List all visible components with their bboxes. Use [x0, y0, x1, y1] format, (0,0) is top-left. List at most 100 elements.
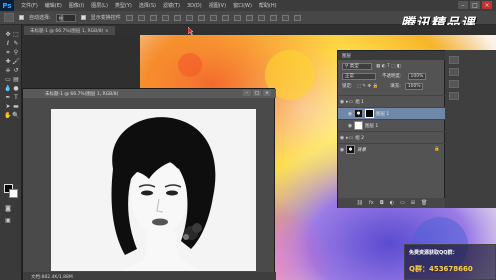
crop-tool-icon[interactable]: ⌗ — [4, 49, 12, 56]
menu-filter[interactable]: 滤镜(T) — [163, 2, 180, 9]
visibility-eye-icon[interactable]: ◉ — [338, 147, 346, 153]
visibility-eye-icon[interactable]: ◉ — [338, 135, 346, 141]
move-tool-preset-icon[interactable] — [4, 13, 14, 22]
new-group-icon[interactable]: ▭ — [400, 200, 405, 206]
distribute-right-icon[interactable] — [257, 14, 265, 21]
quick-mask-icon[interactable]: ◙ — [4, 205, 12, 212]
promo-qq-number: Q群：453678660 — [409, 265, 473, 273]
layer-row-group-2[interactable]: ◉ ▸▭ 组 2 — [338, 131, 446, 143]
layer-row-masked[interactable]: ◉ 图层 1 — [338, 107, 446, 119]
dock-properties-icon[interactable] — [449, 68, 459, 76]
quick-select-tool-icon[interactable]: ✎ — [12, 40, 20, 47]
lock-icons[interactable]: ⬚ ✎ ✥ 🔒 — [357, 84, 379, 89]
dock-paragraph-icon[interactable] — [449, 92, 459, 100]
3d-rotate-icon[interactable] — [281, 14, 289, 21]
layer-filter-kind-select[interactable]: ⚲ 类型 — [342, 62, 372, 70]
shape-tool-icon[interactable]: ▬ — [12, 103, 20, 110]
zoom-tool-icon[interactable]: 🔍 — [12, 112, 20, 119]
close-button[interactable]: × — [482, 1, 492, 9]
brush-tool-icon[interactable]: 🖌 — [12, 58, 20, 65]
3d-mode-icon[interactable] — [269, 14, 277, 21]
align-left-icon[interactable] — [161, 14, 169, 21]
doc-minimize-button[interactable]: – — [243, 90, 251, 96]
visibility-eye-icon[interactable]: ◉ — [338, 99, 346, 105]
doc-maximize-button[interactable]: □ — [253, 90, 261, 96]
align-middle-icon[interactable] — [137, 14, 145, 21]
layer-row-white[interactable]: ◉ 图层 1 — [338, 119, 446, 131]
distribute-center-icon[interactable] — [245, 14, 253, 21]
maximize-button[interactable]: □ — [470, 1, 480, 9]
lock-row: 锁定: ⬚ ✎ ✥ 🔒 填充: 100% — [338, 82, 446, 90]
distribute-middle-icon[interactable] — [209, 14, 217, 21]
lasso-tool-icon[interactable]: ℓ — [4, 40, 12, 47]
add-mask-icon[interactable]: ◘ — [380, 200, 384, 206]
eraser-tool-icon[interactable]: ▭ — [4, 76, 12, 83]
visibility-eye-icon[interactable]: ◉ — [346, 111, 354, 117]
layer-name: 图层 1 — [365, 123, 379, 129]
menu-layer[interactable]: 图层(L) — [91, 2, 108, 9]
visibility-eye-icon[interactable]: ◉ — [346, 123, 354, 129]
align-right-icon[interactable] — [185, 14, 193, 21]
blend-mode-select[interactable]: 正常 — [342, 72, 376, 80]
doc-close-button[interactable]: × — [263, 90, 271, 96]
dock-character-icon[interactable] — [449, 80, 459, 88]
3d-pan-icon[interactable] — [293, 14, 301, 21]
healing-brush-tool-icon[interactable]: ✚ — [4, 58, 12, 65]
menu-type[interactable]: 类型(Y) — [115, 2, 132, 9]
distribute-left-icon[interactable] — [233, 14, 241, 21]
opacity-input[interactable]: 100% — [407, 72, 426, 80]
menu-window[interactable]: 窗口(W) — [233, 2, 252, 9]
blur-tool-icon[interactable]: 💧 — [4, 85, 12, 92]
layers-panel-header[interactable]: 图层 — [338, 51, 446, 60]
blend-row: 正常 不透明度: 100% — [338, 72, 446, 80]
auto-select-checkbox[interactable] — [19, 15, 24, 20]
layer-mask-thumbnail[interactable] — [365, 109, 374, 118]
menu-view[interactable]: 视图(V) — [209, 2, 226, 9]
clone-stamp-tool-icon[interactable]: ⎈ — [4, 67, 12, 74]
move-tool-icon[interactable]: ✥ — [4, 31, 12, 38]
auto-select-dropdown[interactable]: 组 — [55, 13, 76, 22]
align-bottom-icon[interactable] — [149, 14, 157, 21]
menu-file[interactable]: 文件(F) — [21, 2, 38, 9]
layer-name: 组 2 — [355, 135, 365, 141]
fill-input[interactable]: 100% — [404, 82, 423, 90]
layer-style-icon[interactable]: fx — [369, 200, 374, 206]
link-layers-icon[interactable]: ⛓ — [357, 200, 363, 206]
history-brush-tool-icon[interactable]: ↺ — [12, 67, 20, 74]
distribute-bottom-icon[interactable] — [221, 14, 229, 21]
document-window-title[interactable]: 未标题-1 @ 66.7%(图层 1, RGB/8) — [23, 89, 276, 98]
screen-mode-icon[interactable]: ▣ — [4, 217, 12, 224]
layer-row-group-1[interactable]: ◉ ▸▭ 组 1 — [338, 95, 446, 107]
menu-3d[interactable]: 3D(D) — [187, 3, 202, 9]
layer-row-background[interactable]: ◉ 背景 🔒 — [338, 143, 446, 155]
layer-name: 组 1 — [355, 99, 365, 105]
dock-history-icon[interactable] — [449, 56, 459, 64]
document-window[interactable]: 未标题-1 @ 66.7%(图层 1, RGB/8) – □ × 文档:882.… — [22, 88, 276, 280]
show-transform-checkbox[interactable] — [80, 15, 86, 20]
document-status-bar: 文档:882.4K/1.88M — [23, 272, 276, 280]
align-top-icon[interactable] — [125, 14, 133, 21]
document-tab[interactable]: 未标题-1 @ 66.7%(图层 1, RGB/8) × — [24, 26, 115, 35]
pen-tool-icon[interactable]: ✒ — [4, 94, 12, 101]
distribute-top-icon[interactable] — [197, 14, 205, 21]
menu-select[interactable]: 选择(S) — [139, 2, 156, 9]
new-layer-icon[interactable]: ⊞ — [411, 200, 415, 206]
menu-image[interactable]: 图像(I) — [69, 2, 84, 9]
path-select-tool-icon[interactable]: ➤ — [4, 103, 12, 110]
align-center-icon[interactable] — [173, 14, 181, 21]
menu-edit[interactable]: 编辑(E) — [45, 2, 62, 9]
menu-help[interactable]: 帮助(H) — [259, 2, 277, 9]
type-tool-icon[interactable]: T — [12, 94, 20, 101]
document-tab-strip: 未标题-1 @ 66.7%(图层 1, RGB/8) × — [22, 25, 496, 35]
delete-layer-icon[interactable]: 🗑 — [421, 200, 427, 206]
marquee-tool-icon[interactable]: ⬚ — [12, 31, 20, 38]
eyedropper-tool-icon[interactable]: ⚲ — [12, 49, 20, 56]
gradient-tool-icon[interactable]: ▤ — [12, 76, 20, 83]
dodge-tool-icon[interactable]: ● — [12, 85, 20, 92]
minimize-button[interactable]: – — [458, 1, 468, 9]
panel-dock — [445, 50, 496, 208]
background-color-swatch[interactable] — [9, 189, 18, 198]
hand-tool-icon[interactable]: ✋ — [4, 112, 12, 119]
adjustment-layer-icon[interactable]: ◐ — [390, 200, 394, 206]
layer-thumbnail — [354, 121, 363, 130]
